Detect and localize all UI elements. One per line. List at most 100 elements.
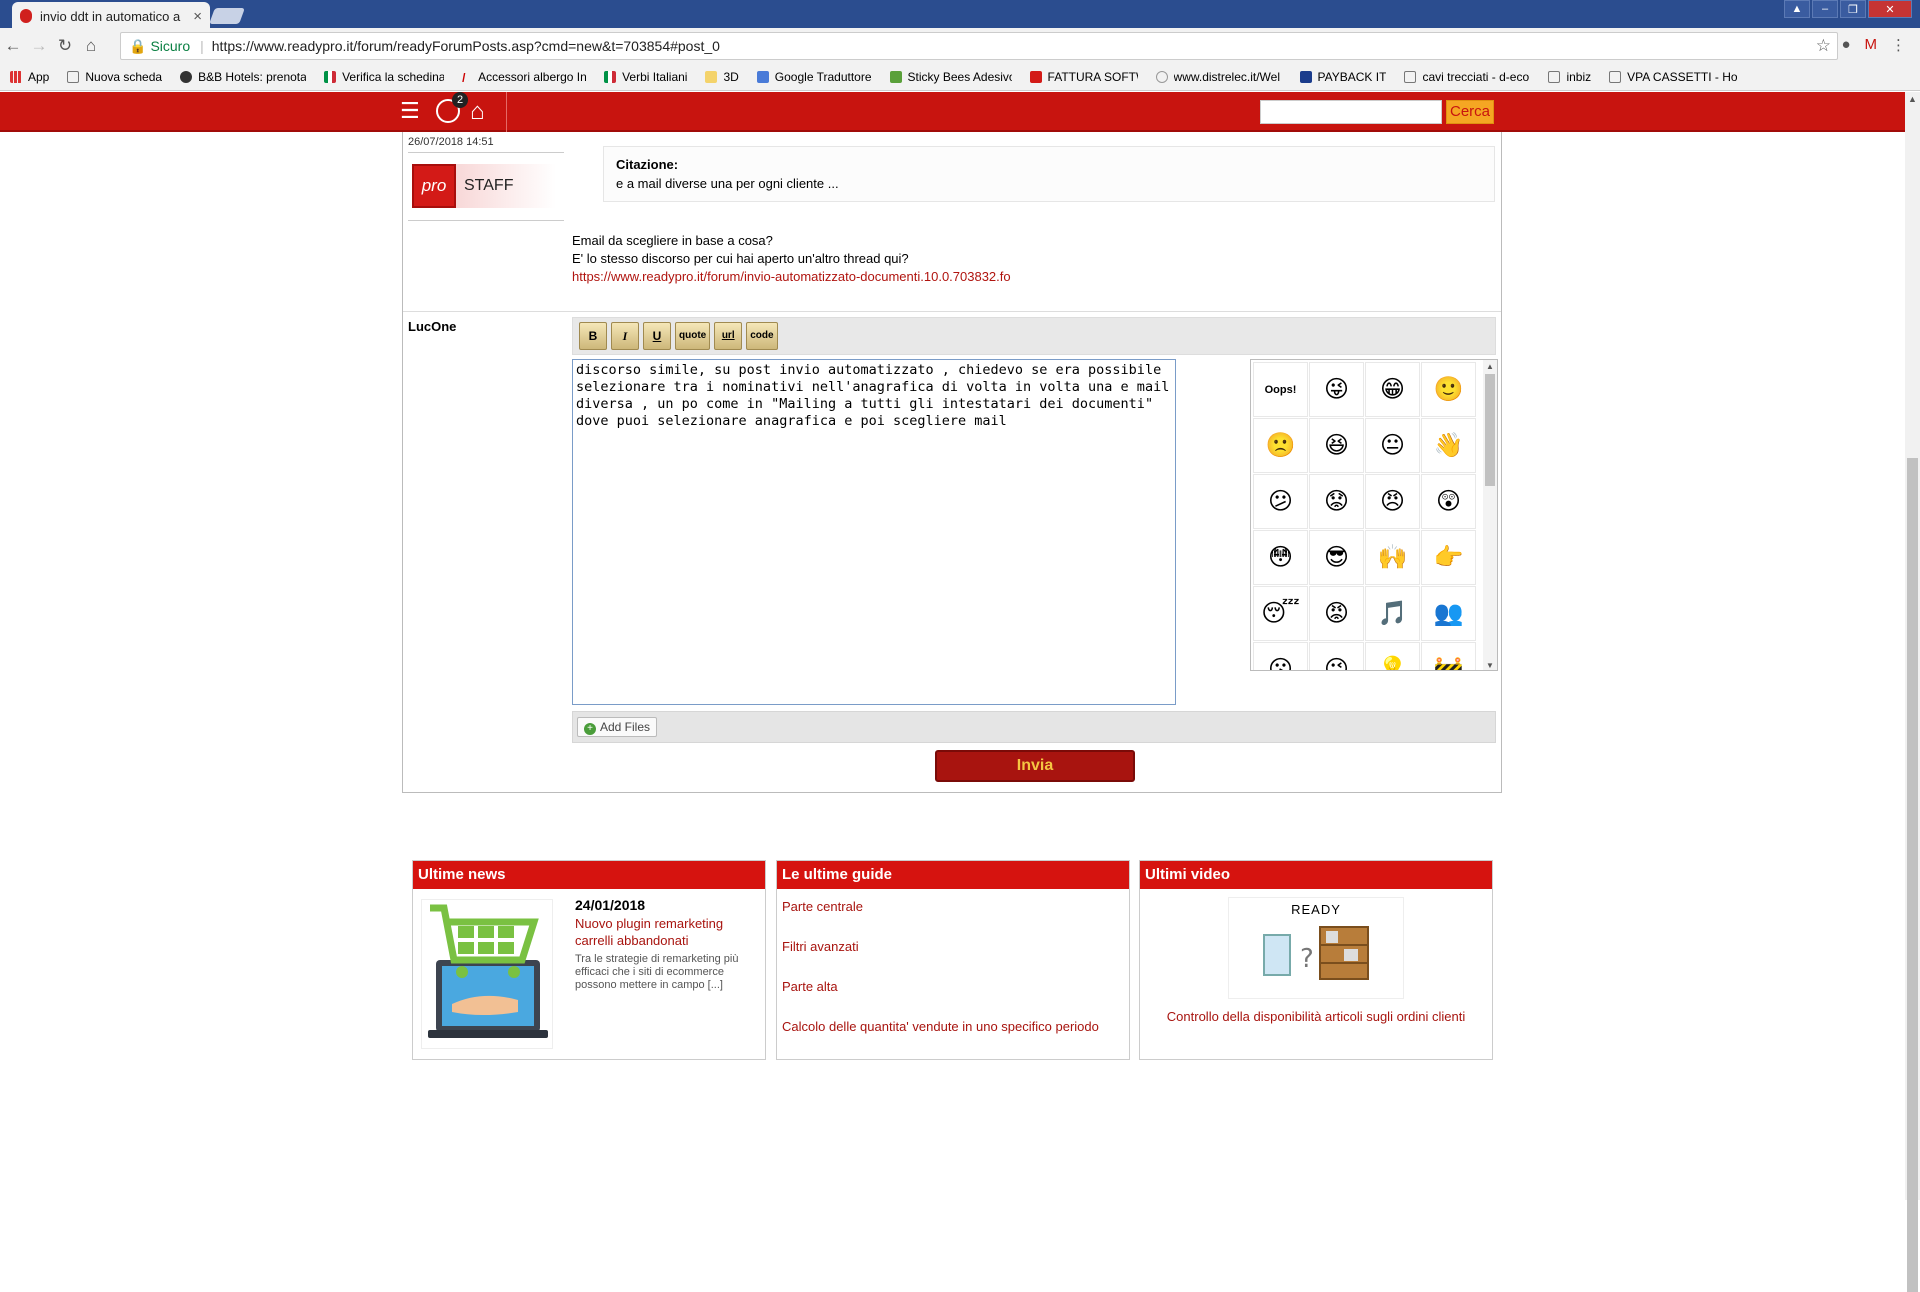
home-icon[interactable]: ⌂: [78, 36, 104, 56]
video-title-link[interactable]: Controllo della disponibilità articoli s…: [1140, 1009, 1492, 1024]
browser-tab[interactable]: invio ddt in automatico a ×: [12, 2, 210, 30]
angry-emoticon-icon[interactable]: 😠: [1365, 474, 1420, 529]
quote-button[interactable]: quote: [675, 322, 711, 350]
clipboard-shelf-icon: ?: [1263, 926, 1369, 980]
submit-button[interactable]: Invia: [935, 750, 1135, 782]
worried-emoticon-icon[interactable]: 😟: [1309, 474, 1364, 529]
bookmark-item[interactable]: Sticky Bees Adesivo: [889, 70, 1012, 84]
bookmark-item[interactable]: VPA CASSETTI - Hom: [1609, 70, 1737, 84]
minimize-icon[interactable]: –: [1812, 0, 1838, 18]
window-controls: ▲ – ❐ ✕: [1784, 0, 1912, 18]
menu-icon[interactable]: ⋮: [1891, 36, 1906, 54]
guide-link[interactable]: Filtri avanzati: [782, 939, 859, 954]
guide-link[interactable]: Parte alta: [782, 979, 838, 994]
underline-button[interactable]: U: [643, 322, 671, 350]
emoticon-panel: Oops! 😜 😁 🙂 🙁 😆 😐 👋 😕 😟 😠 😲 😳 😎 🙌 👉 😴 😡: [1250, 359, 1498, 671]
add-files-button[interactable]: + Add Files: [577, 717, 658, 737]
news-title-link[interactable]: Nuovo plugin remarketing carrelli abband…: [575, 915, 755, 949]
url-button[interactable]: url: [714, 322, 743, 350]
confused-emoticon-icon[interactable]: 😕: [1253, 474, 1308, 529]
pro-logo: pro: [412, 164, 456, 208]
code-button[interactable]: code: [746, 322, 778, 350]
search-button[interactable]: Cerca: [1446, 100, 1494, 124]
bookmark-item[interactable]: Nuova scheda: [67, 70, 162, 84]
bookmark-item[interactable]: FATTURA SOFTWA: [1029, 70, 1138, 84]
bookmark-item[interactable]: www.distrelec.it/Wel: [1155, 70, 1282, 84]
site-search-input[interactable]: [1260, 100, 1442, 124]
bookmark-item[interactable]: inbiz: [1548, 70, 1591, 84]
address-bar-row: ← → ↻ ⌂ 🔒 Sicuro | https://www.readypro.…: [0, 28, 1920, 64]
bookmark-item[interactable]: / Accessori albergo In: [462, 70, 586, 85]
oops-emoticon-icon[interactable]: Oops!: [1253, 362, 1308, 417]
bookmark-apps[interactable]: App: [10, 70, 49, 84]
wave-emoticon-icon[interactable]: 👋: [1421, 418, 1476, 473]
video-thumbnail[interactable]: READY ?: [1228, 897, 1404, 999]
bookmark-item[interactable]: Verbi Italiani: [604, 70, 687, 84]
reload-icon[interactable]: ↻: [52, 36, 78, 56]
sticky-bees-icon: [889, 71, 902, 83]
guides-header: Le ultime guide: [777, 861, 1129, 889]
idea-emoticon-icon[interactable]: 💡: [1365, 642, 1420, 670]
gmail-icon[interactable]: M: [1865, 36, 1878, 54]
sleep-emoticon-icon[interactable]: 😴: [1253, 586, 1308, 641]
emoticon-scrollbar[interactable]: ▲ ▼: [1483, 360, 1497, 670]
extension-icon[interactable]: ●: [1841, 36, 1850, 54]
scroll-up-icon[interactable]: ▲: [1486, 362, 1494, 371]
guide-link[interactable]: Calcolo delle quantita' vendute in uno s…: [782, 1019, 1099, 1034]
site-home-icon[interactable]: ⌂: [470, 98, 485, 126]
bookmark-item[interactable]: B&B Hotels: prenota: [180, 70, 306, 84]
folder-icon: [705, 71, 718, 83]
devil-emoticon-icon[interactable]: 😡: [1309, 586, 1364, 641]
close-window-icon[interactable]: ✕: [1868, 0, 1912, 18]
bookmark-item[interactable]: Google Traduttore: [756, 70, 872, 84]
reply-textarea[interactable]: discorso simile, su post invio automatiz…: [572, 359, 1176, 705]
surprised-emoticon-icon[interactable]: 😲: [1421, 474, 1476, 529]
eyes-emoticon-icon[interactable]: 😳: [1253, 530, 1308, 585]
cheer-emoticon-icon[interactable]: 🙌: [1365, 530, 1420, 585]
hamburger-menu-icon[interactable]: ☰: [400, 100, 424, 122]
users-emoticon-icon[interactable]: 👥: [1421, 586, 1476, 641]
scrollbar-thumb[interactable]: [1907, 458, 1918, 1292]
scroll-down-icon[interactable]: ▼: [1486, 661, 1494, 670]
url-input[interactable]: 🔒 Sicuro | https://www.readypro.it/forum…: [120, 32, 1838, 60]
kiss-emoticon-icon[interactable]: 😗: [1253, 642, 1308, 670]
music-emoticon-icon[interactable]: 🎵: [1365, 586, 1420, 641]
bookmark-item[interactable]: PAYBACK IT: [1299, 70, 1386, 84]
tongue-emoticon-icon[interactable]: 😜: [1309, 362, 1364, 417]
bookmark-item[interactable]: Verifica la schedina: [324, 70, 444, 84]
emoticon-grid: Oops! 😜 😁 🙂 🙁 😆 😐 👋 😕 😟 😠 😲 😳 😎 🙌 👉 😴 😡: [1251, 360, 1483, 670]
back-icon[interactable]: ←: [0, 36, 26, 56]
wink-emoticon-icon[interactable]: 😉: [1309, 642, 1364, 670]
scroll-up-icon[interactable]: ▲: [1908, 94, 1917, 104]
page-scrollbar[interactable]: ▲: [1905, 92, 1920, 1292]
emoticon-scroll-thumb[interactable]: [1485, 374, 1495, 486]
sad-emoticon-icon[interactable]: 🙁: [1253, 418, 1308, 473]
payback-icon: [1299, 71, 1312, 83]
maximize-icon[interactable]: ❐: [1840, 0, 1866, 18]
italic-button[interactable]: I: [611, 322, 639, 350]
cool-emoticon-icon[interactable]: 😎: [1309, 530, 1364, 585]
grin-emoticon-icon[interactable]: 😁: [1365, 362, 1420, 417]
divider: [408, 220, 564, 221]
laugh-emoticon-icon[interactable]: 😆: [1309, 418, 1364, 473]
news-excerpt: Tra le strategie di remarketing più effi…: [575, 953, 739, 991]
bookmark-item[interactable]: 3D: [705, 70, 739, 84]
forward-icon[interactable]: →: [26, 36, 52, 56]
cart-illustration: [421, 899, 553, 1049]
thread-link[interactable]: https://www.readypro.it/forum/invio-auto…: [572, 268, 1011, 286]
bold-button[interactable]: B: [579, 322, 607, 350]
smile-emoticon-icon[interactable]: 🙂: [1421, 362, 1476, 417]
bookmark-item[interactable]: cavi trecciati - d-eco: [1404, 70, 1530, 84]
bookmark-star-icon[interactable]: ☆: [1816, 36, 1831, 56]
neutral-emoticon-icon[interactable]: 😐: [1365, 418, 1420, 473]
guide-link[interactable]: Parte centrale: [782, 899, 863, 914]
pro-icon: [1029, 71, 1042, 83]
close-tab-icon[interactable]: ×: [193, 8, 202, 25]
point-emoticon-icon[interactable]: 👉: [1421, 530, 1476, 585]
notification-badge: 2: [452, 92, 468, 108]
sign-emoticon-icon[interactable]: 🚧: [1421, 642, 1476, 670]
user-icon[interactable]: ▲: [1784, 0, 1810, 18]
new-tab-button[interactable]: [209, 8, 245, 24]
page-icon: [1609, 71, 1622, 83]
extensions: ● M ⋮: [1841, 36, 1906, 54]
